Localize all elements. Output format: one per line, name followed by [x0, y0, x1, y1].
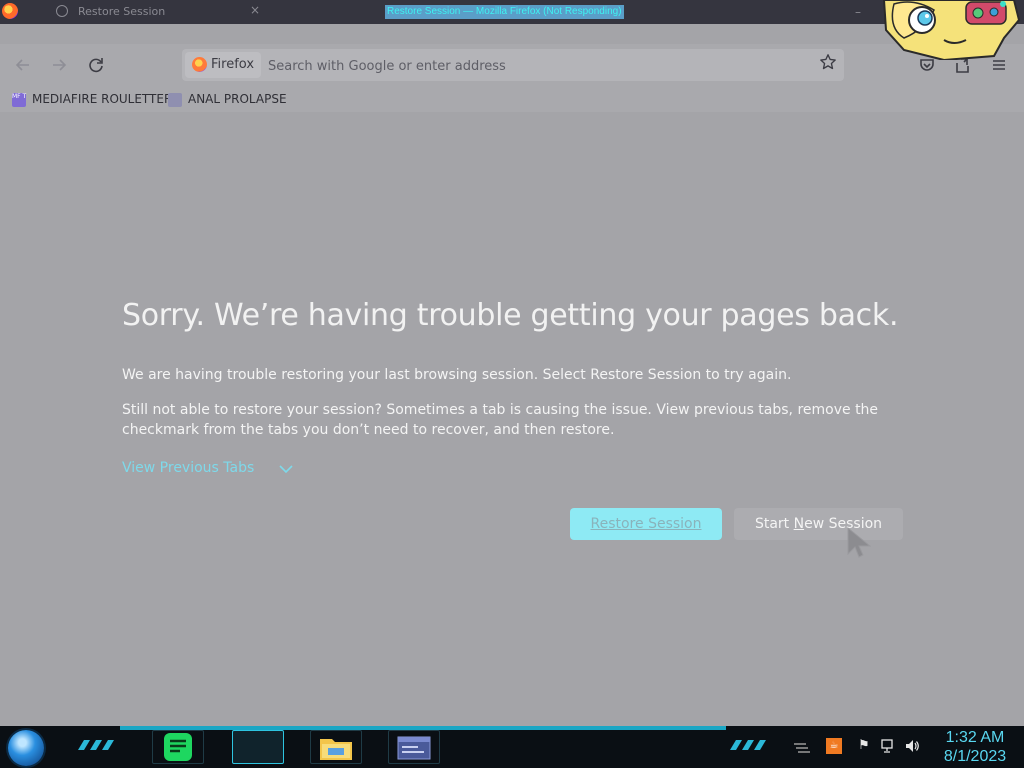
forward-button[interactable] [48, 54, 70, 76]
taskbar-notes-app[interactable] [152, 730, 204, 764]
bookmark-label: MEDIAFIRE ROULETTER [32, 92, 173, 106]
back-button[interactable] [12, 54, 34, 76]
firefox-app-icon [2, 3, 18, 19]
network-monitor-icon [881, 739, 893, 753]
speaker-icon [906, 740, 919, 752]
bookmarks-toolbar: MF T MEDIAFIRE ROULETTER ANAL PROLAPSE [0, 86, 1024, 112]
bookmark-favicon-icon [168, 92, 182, 107]
tab-restore-session[interactable]: Restore Session × [44, 0, 274, 24]
volume-icon[interactable] [904, 738, 920, 754]
view-previous-tabs-link[interactable]: View Previous Tabs [122, 460, 254, 476]
taskbar-window-app[interactable] [388, 730, 440, 764]
window-title: Restore Session — Mozilla Firefox (Not R… [385, 5, 624, 19]
title-bar: Restore Session × Restore Session — Mozi… [0, 0, 1024, 24]
start-new-session-button[interactable]: Start New Session [734, 508, 903, 540]
task-frame [152, 730, 204, 764]
arrow-left-icon [15, 59, 29, 71]
flag-icon[interactable]: ⚑ [856, 738, 872, 754]
taskbar-decoration-icon [78, 740, 114, 750]
clock-date: 8/1/2023 [943, 748, 1007, 765]
access-key-letter: N [793, 516, 805, 532]
task-frame [310, 730, 362, 764]
network-icon[interactable] [880, 738, 896, 754]
bookmark-mediafire-rouletter[interactable]: MF T MEDIAFIRE ROULETTER [12, 89, 172, 109]
reload-icon [89, 58, 103, 73]
java-icon[interactable]: ☕ [826, 738, 842, 754]
reload-button[interactable] [85, 54, 107, 76]
chevron-down-icon[interactable] [278, 461, 294, 477]
tab-favicon-icon [56, 5, 68, 17]
task-frame [388, 730, 440, 764]
arrow-right-icon [53, 59, 67, 71]
firefox-logo-icon [192, 57, 207, 72]
start-button[interactable] [8, 730, 44, 766]
bookmark-favicon-icon: MF T [12, 92, 26, 107]
help-text: Still not able to restore your session? … [122, 402, 879, 438]
bookmark-star-button[interactable] [816, 53, 840, 77]
system-clock[interactable]: 1:32 AM 8/1/2023 [930, 728, 1020, 766]
identity-box[interactable]: Firefox [185, 52, 262, 78]
taskbar-firefox[interactable] [232, 730, 284, 764]
button-label-part: Start [754, 516, 794, 532]
tab-close-button[interactable]: × [250, 3, 260, 17]
star-icon [820, 54, 836, 70]
bookmark-anal-prolapse[interactable]: ANAL PROLAPSE [168, 89, 287, 109]
task-frame [232, 730, 284, 764]
mascot-character-image [882, 0, 1021, 60]
bookmark-label: ANAL PROLAPSE [188, 92, 287, 106]
mouse-cursor-icon [847, 526, 872, 558]
taskbar-file-explorer[interactable] [310, 730, 362, 764]
navigation-toolbar: Firefox [0, 44, 1024, 86]
taskbar: ☕ ⚑ 1:32 AM 8/1/2023 [0, 726, 1024, 768]
taskbar-decoration-icon [730, 740, 766, 750]
identity-label: Firefox [211, 57, 255, 72]
address-bar[interactable]: Firefox [182, 49, 844, 81]
restore-session-button[interactable]: Restore Session [570, 508, 722, 540]
page-title: Sorry. We’re having trouble getting your… [122, 298, 899, 333]
tab-title: Restore Session [78, 5, 166, 18]
clock-time: 1:32 AM [945, 729, 1005, 746]
minimize-button[interactable]: – [846, 0, 870, 24]
show-desktop-icon[interactable] [792, 742, 812, 754]
description-text: We are having trouble restoring your las… [122, 367, 792, 383]
url-input[interactable] [266, 55, 790, 77]
session-restore-page: Sorry. We’re having trouble getting your… [0, 112, 1024, 726]
